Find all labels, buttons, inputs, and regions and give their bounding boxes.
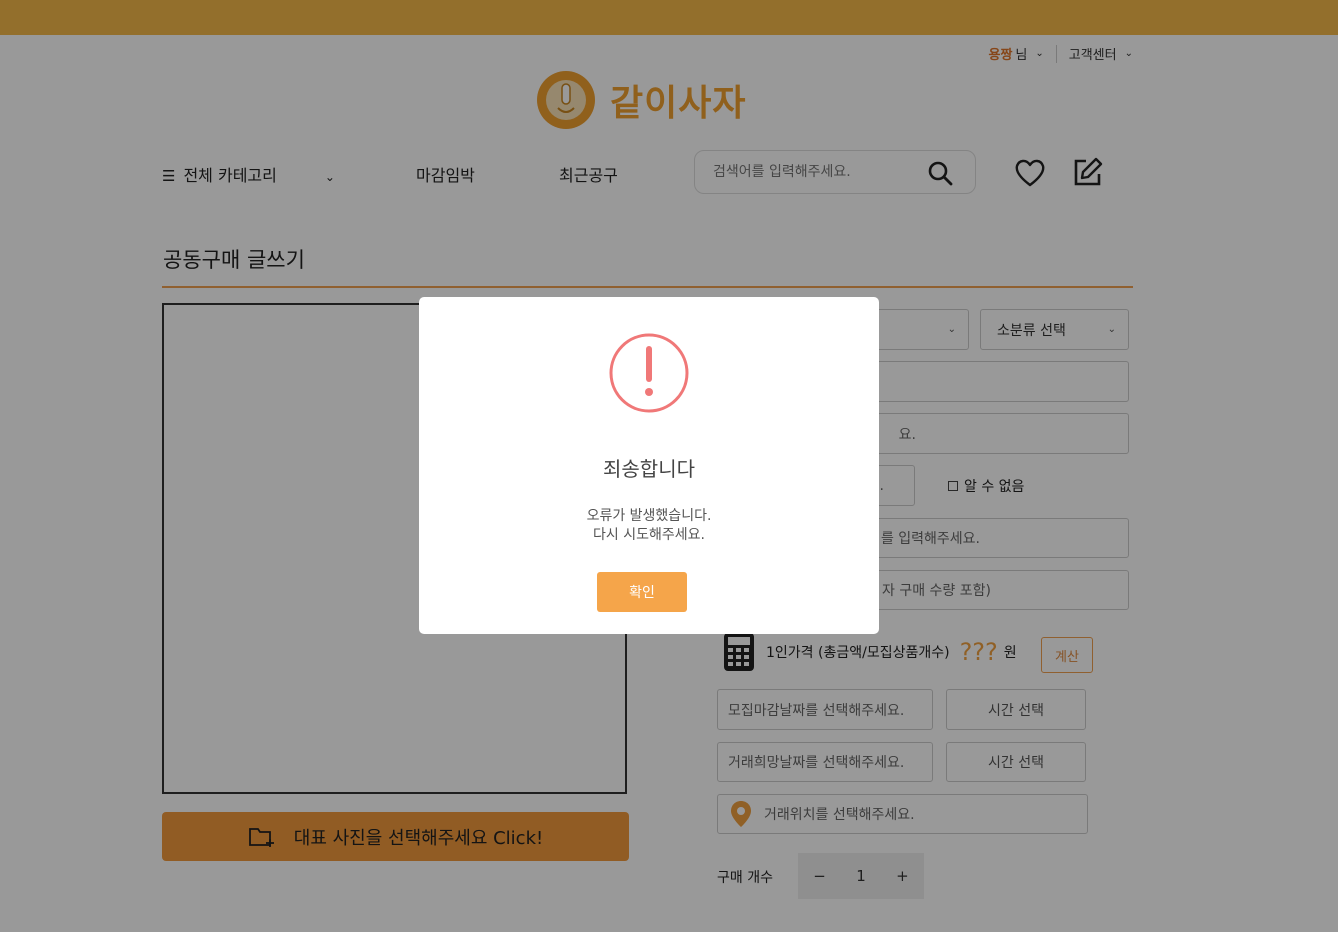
warning-icon: [608, 332, 690, 418]
modal-message-line1: 오류가 발생했습니다.: [586, 508, 712, 524]
modal-message: 오류가 발생했습니다. 다시 시도해주세요.: [419, 507, 879, 545]
confirm-button[interactable]: 확인: [597, 572, 687, 612]
modal-title: 죄송합니다: [603, 457, 695, 481]
error-modal: 죄송합니다 오류가 발생했습니다. 다시 시도해주세요. 확인: [419, 297, 879, 634]
modal-message-line2: 다시 시도해주세요.: [593, 527, 705, 543]
